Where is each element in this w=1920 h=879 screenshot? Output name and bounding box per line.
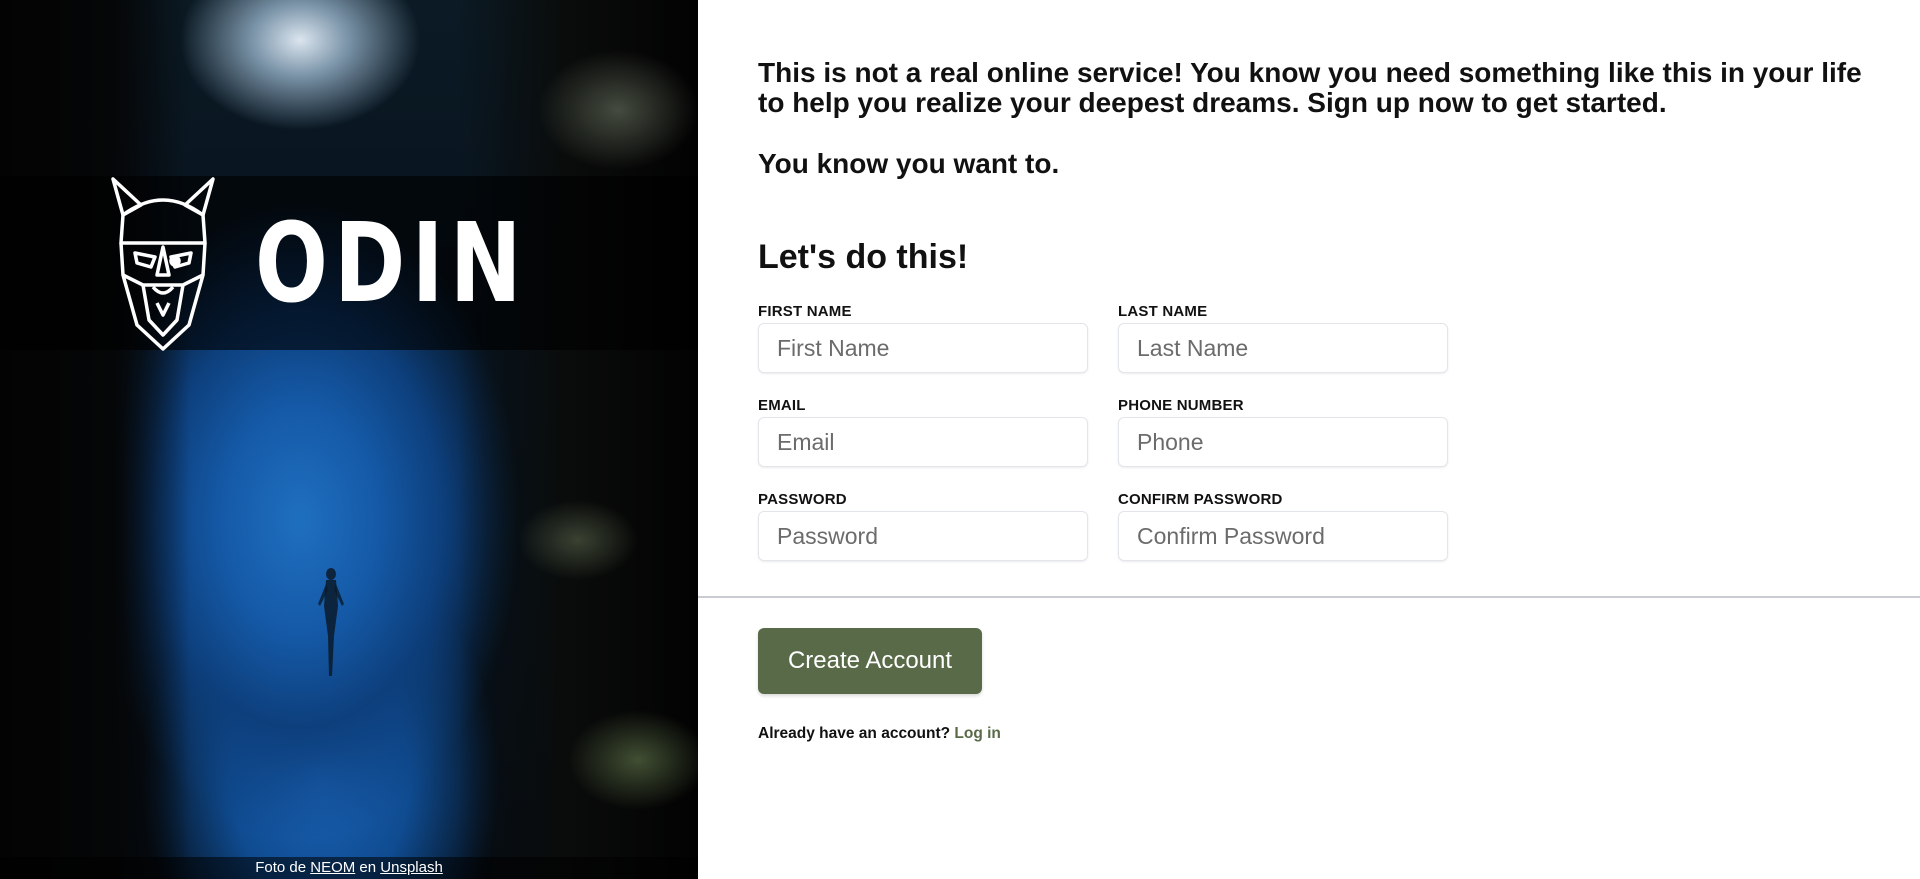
email-input[interactable] xyxy=(758,417,1088,467)
login-prompt-text: Already have an account? xyxy=(758,725,951,742)
create-account-button[interactable]: Create Account xyxy=(758,628,982,694)
confirm-password-label: CONFIRM PASSWORD xyxy=(1118,491,1283,508)
confirm-password-input[interactable] xyxy=(1118,511,1448,561)
email-label: EMAIL xyxy=(758,397,806,414)
credit-source-link[interactable]: Unsplash xyxy=(380,859,443,876)
password-field-group: PASSWORD xyxy=(758,491,1088,561)
hero-rock-left xyxy=(0,0,190,879)
logo-wordmark: ODIN xyxy=(255,199,528,327)
confirm-password-field-group: CONFIRM PASSWORD xyxy=(1118,491,1448,561)
form-divider xyxy=(698,596,1920,598)
last-name-input[interactable] xyxy=(1118,323,1448,373)
phone-input[interactable] xyxy=(1118,417,1448,467)
viking-helmet-icon xyxy=(111,177,215,351)
hero-rock-right xyxy=(458,0,698,879)
photo-credit: Foto de NEOM en Unsplash xyxy=(0,857,698,879)
first-name-input[interactable] xyxy=(758,323,1088,373)
signup-page: ODIN Foto de NEOM en Unsplash This is no… xyxy=(0,0,1920,879)
password-label: PASSWORD xyxy=(758,491,847,508)
first-name-label: FIRST NAME xyxy=(758,303,852,320)
signup-content: This is not a real online service! You k… xyxy=(698,0,1920,879)
phone-field-group: PHONE NUMBER xyxy=(1118,397,1448,467)
diver-silhouette xyxy=(318,568,344,676)
hero-image-panel: ODIN Foto de NEOM en Unsplash xyxy=(0,0,698,879)
intro-tagline: You know you want to. xyxy=(758,148,1060,179)
phone-label: PHONE NUMBER xyxy=(1118,397,1244,414)
signup-form: FIRST NAME LAST NAME EMAIL PHONE NUMBER … xyxy=(758,303,1448,561)
form-title: Let's do this! xyxy=(758,238,969,276)
credit-middle: en xyxy=(359,859,377,876)
logo-band: ODIN xyxy=(0,176,698,351)
password-input[interactable] xyxy=(758,511,1088,561)
last-name-field-group: LAST NAME xyxy=(1118,303,1448,373)
last-name-label: LAST NAME xyxy=(1118,303,1208,320)
credit-author-link[interactable]: NEOM xyxy=(310,859,355,876)
login-prompt: Already have an account? Log in xyxy=(758,725,1001,743)
intro-paragraph: This is not a real online service! You k… xyxy=(758,57,1862,118)
credit-prefix: Foto de xyxy=(255,859,307,876)
first-name-field-group: FIRST NAME xyxy=(758,303,1088,373)
email-field-group: EMAIL xyxy=(758,397,1088,467)
login-link[interactable]: Log in xyxy=(954,725,1001,742)
